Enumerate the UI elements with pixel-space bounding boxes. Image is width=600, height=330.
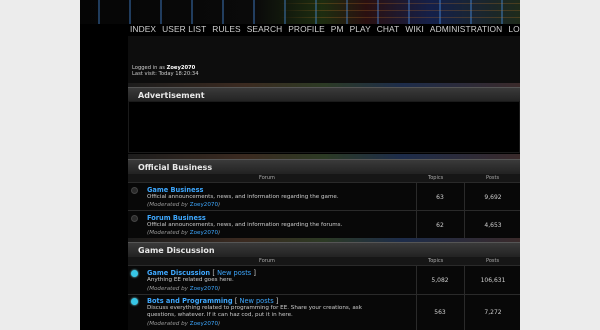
nav-administration[interactable]: ADMINISTRATION: [430, 24, 506, 34]
last-visit-time: Today 18:20:34: [158, 71, 199, 77]
forum-moderator: (Moderated by Zoey2070): [147, 321, 221, 327]
new-posts-link[interactable]: New posts: [240, 297, 274, 305]
moderated-by-label: Moderated by: [149, 321, 188, 327]
section-header-game-discussion: Game Discussion: [128, 242, 520, 257]
nav-pm[interactable]: PM: [331, 24, 348, 34]
nav-profile[interactable]: PROFILE: [288, 24, 329, 34]
col-forum: Forum: [259, 258, 275, 264]
column-header-row: Forum Topics Posts: [128, 257, 520, 265]
forum-description: Anything EE related goes here.: [147, 277, 234, 283]
col-topics: Topics: [428, 175, 444, 181]
section-header-official-business: Official Business: [128, 159, 520, 174]
posts-count: 106,631: [480, 277, 506, 284]
nav-logout[interactable]: LOGOUT: [508, 24, 520, 34]
nav-user-list[interactable]: USER LIST: [162, 24, 210, 34]
no-new-posts-icon: [131, 187, 138, 194]
topics-count: 563: [434, 309, 446, 316]
nav-play[interactable]: PLAY: [350, 24, 375, 34]
new-posts-indicator: [ New posts ]: [234, 297, 279, 305]
col-posts: Posts: [486, 258, 500, 264]
column-divider: [464, 295, 465, 330]
forum-page: INDEX USER LIST RULES SEARCH PROFILE PM …: [80, 0, 520, 330]
posts-count: 4,653: [484, 222, 502, 229]
moderator-link[interactable]: Zoey2070: [190, 321, 218, 327]
last-visit-line: Last visit: Today 18:20:34: [132, 71, 199, 77]
col-forum: Forum: [259, 175, 275, 181]
forum-title-link[interactable]: Game Discussion: [147, 269, 210, 277]
topics-count: 63: [436, 194, 444, 201]
forum-moderator: (Moderated by Zoey2070): [147, 202, 221, 208]
forum-description: Discuss everything related to programmin…: [147, 305, 362, 318]
moderator-link[interactable]: Zoey2070: [190, 202, 218, 208]
forum-description: Official announcements, news, and inform…: [147, 194, 339, 200]
new-posts-icon: [131, 298, 138, 305]
main-nav: INDEX USER LIST RULES SEARCH PROFILE PM …: [130, 24, 520, 34]
posts-count: 7,272: [484, 309, 502, 316]
no-new-posts-icon: [131, 215, 138, 222]
column-divider: [464, 266, 465, 295]
moderated-by-label: Moderated by: [149, 202, 188, 208]
forum-row: Game Discussion [ New posts ] Anything E…: [128, 265, 520, 295]
user-info-box: Logged in as Zoey2070 Last visit: Today …: [128, 36, 520, 83]
forum-title: Bots and Programming [ New posts ]: [147, 297, 278, 305]
forum-title-link[interactable]: Game Business: [147, 186, 203, 194]
column-divider: [464, 183, 465, 211]
column-divider: [416, 266, 417, 295]
forum-title-link[interactable]: Bots and Programming: [147, 297, 233, 305]
advertisement-header: Advertisement: [128, 87, 520, 102]
new-posts-icon: [131, 270, 138, 277]
topics-count: 62: [436, 222, 444, 229]
new-posts-link[interactable]: New posts: [217, 269, 251, 277]
nav-index[interactable]: INDEX: [130, 24, 160, 34]
nav-chat[interactable]: CHAT: [377, 24, 404, 34]
forum-title-link[interactable]: Forum Business: [147, 214, 206, 222]
column-header-row: Forum Topics Posts: [128, 174, 520, 182]
column-divider: [416, 295, 417, 330]
moderated-by-label: Moderated by: [149, 230, 188, 236]
last-visit-label: Last visit:: [132, 71, 157, 77]
forum-row: Game Business Official announcements, ne…: [128, 182, 520, 211]
topics-count: 5,082: [431, 277, 449, 284]
col-posts: Posts: [486, 175, 500, 181]
header-banner: [80, 0, 520, 24]
forum-moderator: (Moderated by Zoey2070): [147, 230, 221, 236]
nav-rules[interactable]: RULES: [212, 24, 244, 34]
forum-description: Official announcements, news, and inform…: [147, 222, 343, 228]
forum-row: Bots and Programming [ New posts ] Discu…: [128, 294, 520, 330]
new-posts-indicator: [ New posts ]: [212, 269, 256, 277]
moderator-link[interactable]: Zoey2070: [190, 286, 218, 292]
col-topics: Topics: [428, 258, 444, 264]
moderated-by-label: Moderated by: [149, 286, 188, 292]
nav-search[interactable]: SEARCH: [247, 24, 287, 34]
column-divider: [416, 183, 417, 211]
column-divider: [416, 211, 417, 240]
column-divider: [464, 211, 465, 240]
forum-title: Game Discussion [ New posts ]: [147, 269, 256, 277]
nav-wiki[interactable]: WIKI: [405, 24, 428, 34]
moderator-link[interactable]: Zoey2070: [190, 230, 218, 236]
forum-moderator: (Moderated by Zoey2070): [147, 286, 221, 292]
advertisement-area: [128, 101, 520, 153]
forum-row: Forum Business Official announcements, n…: [128, 210, 520, 240]
posts-count: 9,692: [484, 194, 502, 201]
